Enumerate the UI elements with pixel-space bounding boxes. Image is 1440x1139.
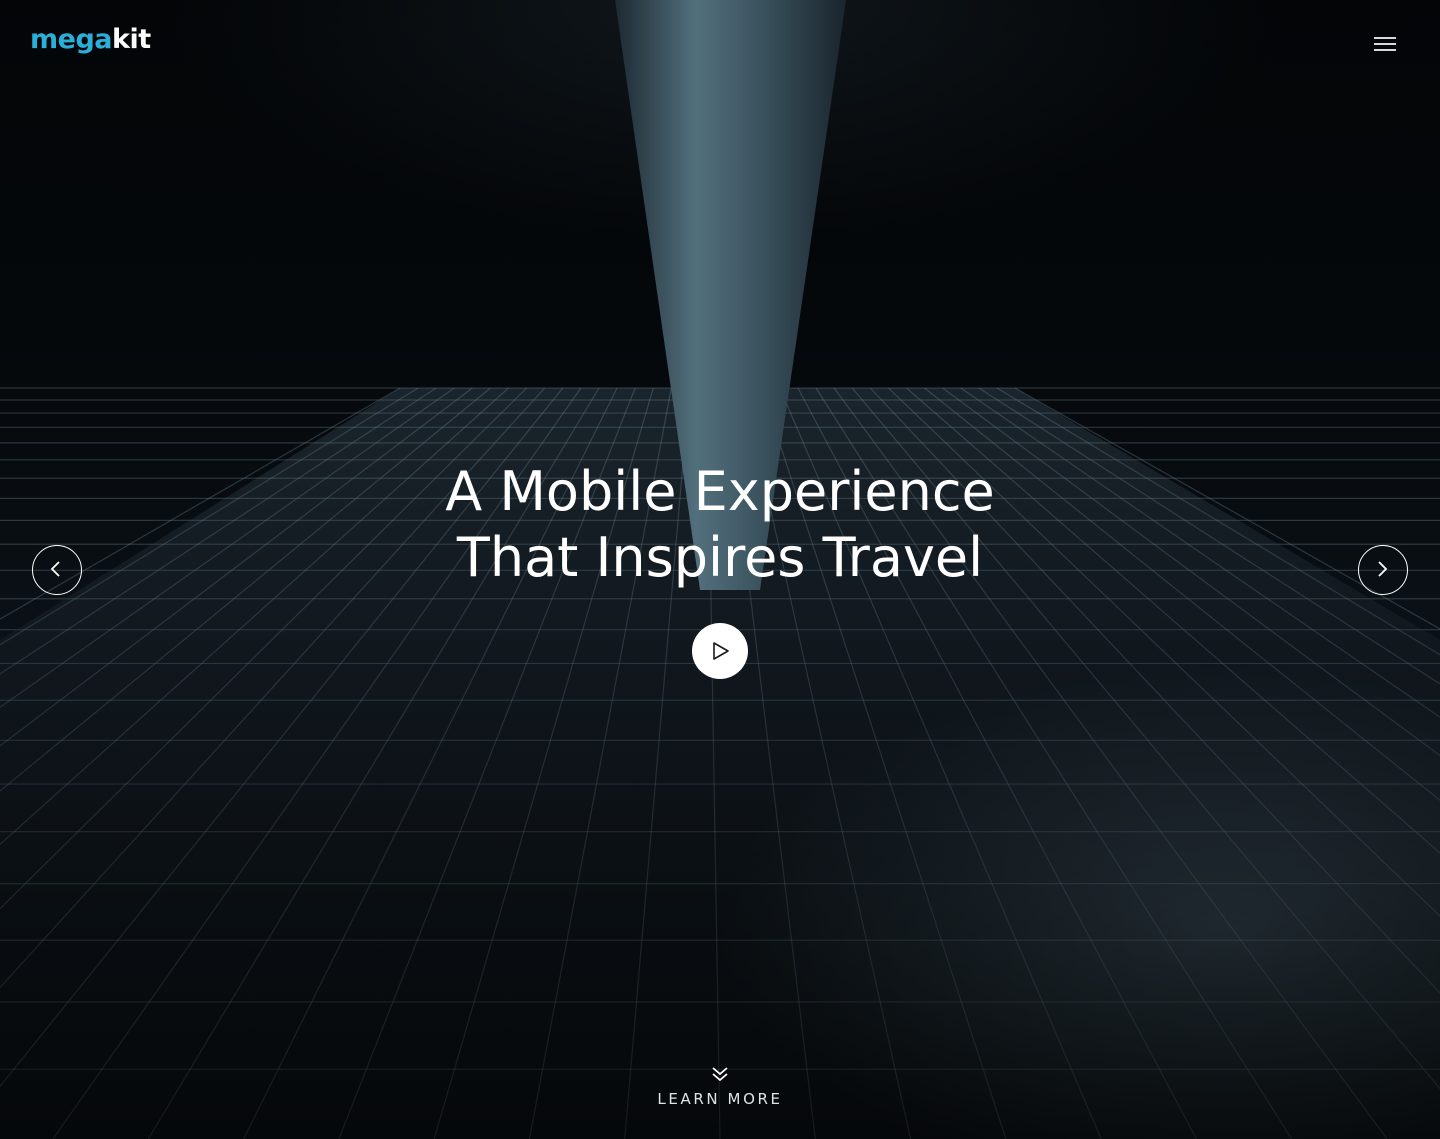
double-chevron-down-icon	[712, 1067, 728, 1082]
hero-headline: A Mobile Experience That Inspires Travel	[320, 459, 1120, 591]
logo-text-mega: mega	[30, 24, 113, 55]
chevron-left-icon	[50, 561, 60, 577]
learn-more-label: LEARN MORE	[657, 1090, 783, 1108]
menu-bar	[1374, 37, 1396, 39]
headline-line-1: A Mobile Experience	[445, 460, 995, 523]
play-icon	[713, 642, 729, 660]
learn-more-link[interactable]: LEARN MORE	[620, 1066, 820, 1108]
hamburger-menu-icon[interactable]	[1370, 30, 1400, 58]
menu-bar	[1374, 49, 1396, 51]
menu-bar	[1374, 43, 1396, 45]
logo-text-kit: kit	[112, 24, 151, 55]
chevron-right-icon	[1378, 561, 1388, 577]
slider-prev-button[interactable]	[32, 545, 82, 595]
brand-logo[interactable]: megakit	[30, 22, 151, 58]
headline-line-2: That Inspires Travel	[456, 526, 984, 589]
slider-next-button[interactable]	[1358, 545, 1408, 595]
play-video-button[interactable]	[692, 623, 748, 679]
hero-section: megakit A Mobile Experience That Inspire…	[0, 0, 1440, 1139]
